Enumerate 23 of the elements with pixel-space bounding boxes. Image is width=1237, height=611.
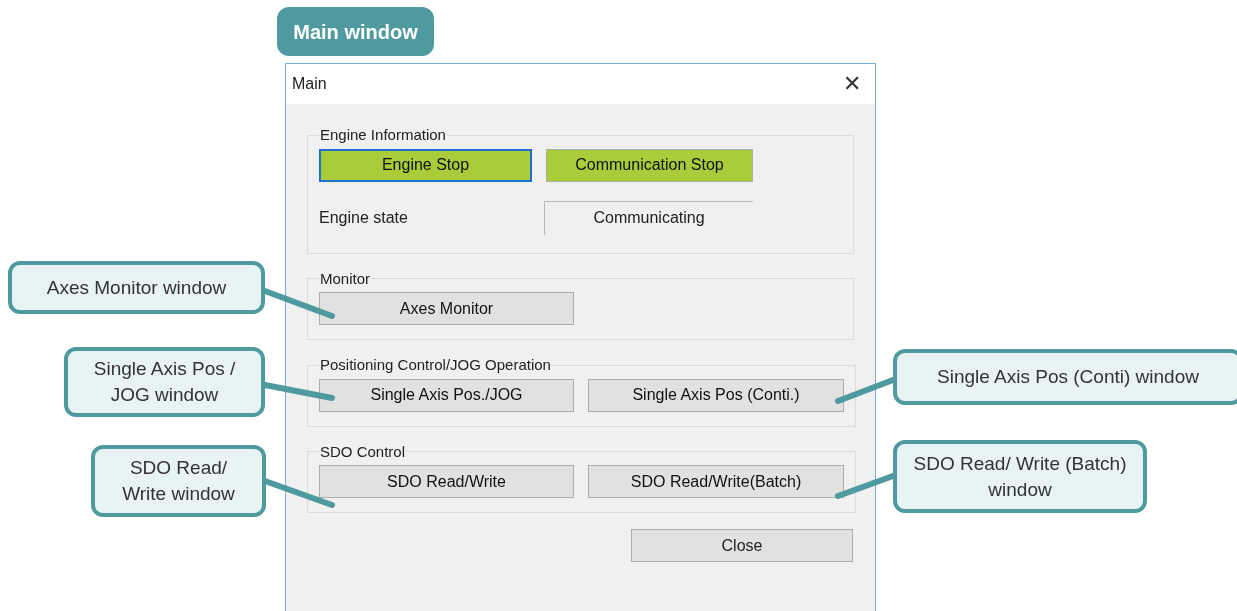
action-button[interactable]: SDO Read/Write [319, 465, 574, 498]
close-button[interactable]: Close [631, 529, 853, 562]
action-button[interactable]: Axes Monitor [319, 292, 574, 325]
leader-line [835, 473, 896, 499]
window-title: Main [292, 74, 327, 94]
action-button[interactable]: Communication Stop [546, 148, 753, 182]
leader-line [835, 377, 896, 404]
figure-label: Main window [277, 7, 434, 56]
callout-label: Single Axis Pos / JOG window [64, 347, 265, 417]
group-title: SDO Control [319, 441, 407, 462]
action-button[interactable]: SDO Read/Write(Batch) [588, 465, 844, 498]
callout-label: SDO Read/ Write (Batch) window [893, 440, 1147, 513]
action-button[interactable]: Single Axis Pos (Conti.) [588, 378, 844, 412]
group-title: Positioning Control/JOG Operation [319, 355, 552, 375]
field-label: Engine state [319, 207, 409, 228]
action-button[interactable]: Engine Stop [319, 148, 532, 182]
group-title: Engine Information [319, 125, 447, 145]
callout-label: Axes Monitor window [8, 261, 265, 314]
action-button[interactable]: Single Axis Pos./JOG [319, 378, 574, 412]
callout-label: SDO Read/ Write window [91, 445, 266, 517]
callout-label: Single Axis Pos (Conti) window [893, 349, 1237, 405]
status-field: Communicating [544, 200, 753, 235]
group-title: Monitor [319, 268, 372, 289]
